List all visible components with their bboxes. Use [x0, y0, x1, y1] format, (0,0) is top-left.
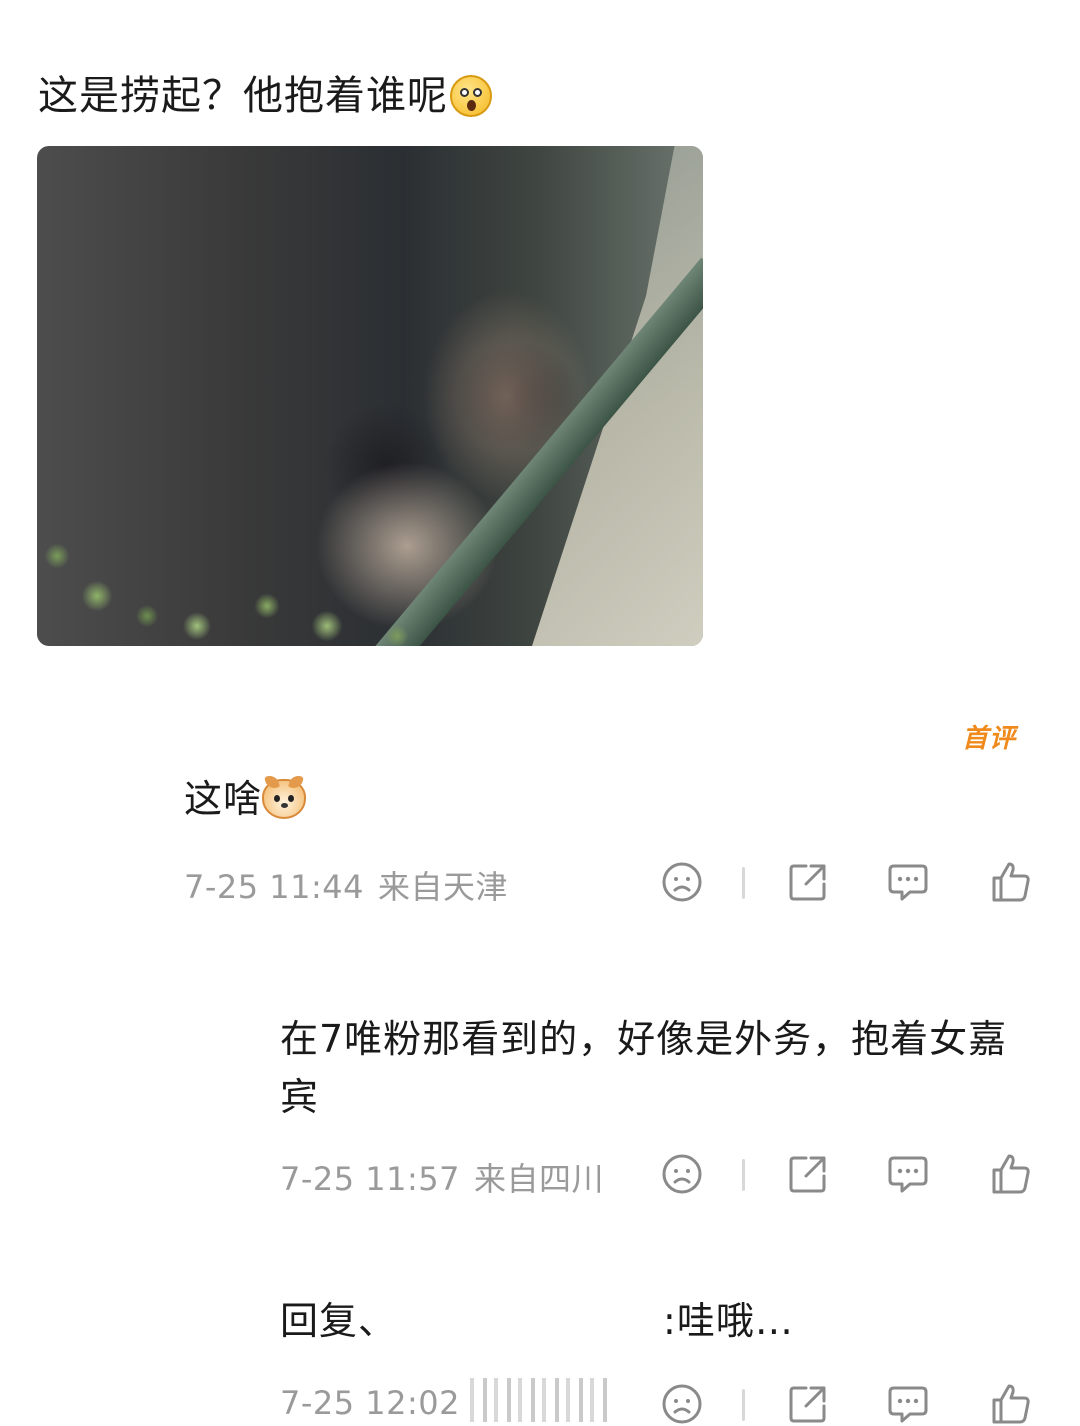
share-icon[interactable] — [784, 858, 834, 908]
divider — [742, 1159, 745, 1191]
like-icon[interactable] — [986, 1380, 1036, 1426]
comment-time: 7-25 12:02 — [280, 1384, 461, 1422]
reply-prefix: 回复、 — [280, 1299, 398, 1343]
post-detail-page: 这是捞起？他抱着谁呢 首评 这啥 7-25 11:44 来自天津 在7唯粉那看到… — [0, 0, 1080, 1426]
post-image[interactable] — [37, 146, 703, 646]
share-icon[interactable] — [784, 1150, 834, 1200]
comment-meta: 7-25 11:57 来自四川 — [280, 1154, 604, 1200]
dog-face-emoji-icon — [262, 773, 307, 819]
comment-location: 来自天津 — [378, 868, 509, 906]
dislike-icon[interactable] — [658, 1150, 708, 1200]
reply-body: :哇哦… — [663, 1299, 794, 1343]
reply-icon[interactable] — [884, 858, 934, 908]
obscured-location — [470, 1378, 610, 1422]
shocked-face-emoji-icon — [450, 75, 492, 117]
comment-body: 这啥 — [184, 777, 263, 821]
dislike-icon[interactable] — [658, 1380, 708, 1426]
comment-text: 在7唯粉那看到的，好像是外务，抱着女嘉宾 — [280, 1017, 1008, 1119]
divider — [742, 867, 745, 899]
comment-actions — [656, 1380, 1036, 1426]
comment-meta: 7-25 12:02 — [280, 1384, 460, 1422]
dislike-icon[interactable] — [658, 858, 708, 908]
comment-time: 7-25 11:57 — [280, 1160, 461, 1198]
comment-meta: 7-25 11:44 来自天津 — [184, 862, 508, 908]
comment-time: 7-25 11:44 — [184, 868, 365, 906]
comment-actions — [656, 1150, 1036, 1200]
reply-icon[interactable] — [884, 1150, 934, 1200]
post-body: 这是捞起？他抱着谁呢 — [38, 73, 448, 119]
divider — [742, 1389, 745, 1421]
comment-text: 回复、 :哇哦… — [280, 1292, 794, 1350]
post-text: 这是捞起？他抱着谁呢 — [38, 66, 492, 126]
like-icon[interactable] — [986, 858, 1036, 908]
share-icon[interactable] — [784, 1380, 834, 1426]
comment-actions — [656, 858, 1036, 908]
comment-text: 这啥 — [184, 770, 307, 828]
comment-location: 来自四川 — [474, 1160, 605, 1198]
like-icon[interactable] — [986, 1150, 1036, 1200]
reply-icon[interactable] — [884, 1380, 934, 1426]
first-comment-badge: 首评 — [962, 724, 1017, 754]
